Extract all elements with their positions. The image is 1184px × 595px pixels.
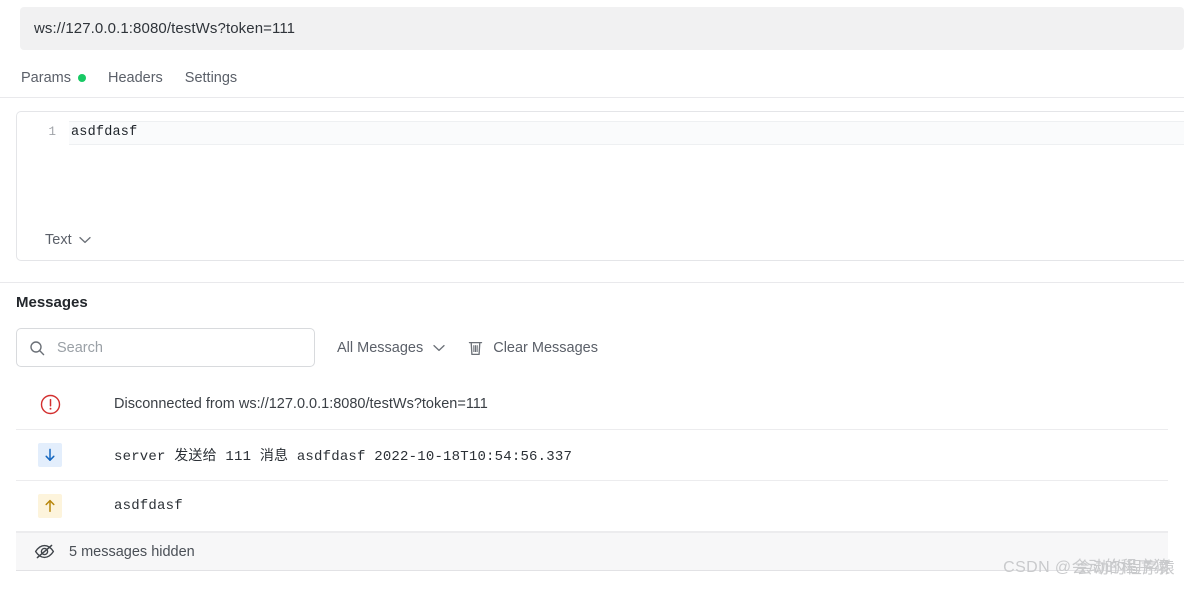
message-composer-panel: 1 asdfdasf Text — [0, 99, 1184, 264]
clear-messages-label: Clear Messages — [493, 339, 598, 356]
message-editor[interactable]: 1 asdfdasf Text — [16, 111, 1184, 261]
websocket-client-screen: ws://127.0.0.1:8080/testWs?token=111 Par… — [0, 0, 1184, 595]
message-text: asdfdasf — [114, 498, 183, 514]
websocket-url-value: ws://127.0.0.1:8080/testWs?token=111 — [34, 20, 296, 37]
alert-circle-icon — [38, 392, 62, 416]
message-list: Disconnected from ws://127.0.0.1:8080/te… — [16, 379, 1168, 532]
editor-content[interactable]: asdfdasf — [69, 121, 1184, 145]
messages-toolbar: All Messages Clear Messages — [16, 328, 1168, 367]
url-bar-container: ws://127.0.0.1:8080/testWs?token=111 — [0, 7, 1184, 50]
tab-headers-label: Headers — [107, 69, 163, 86]
table-row[interactable]: server 发送给 111 消息 asdfdasf 2022-10-18T10… — [16, 430, 1168, 481]
watermark-name: 会动的程序猿 会动的程序猿 — [1072, 553, 1175, 577]
search-input[interactable] — [57, 339, 302, 356]
content-format-label: Text — [45, 232, 72, 248]
hidden-messages-bar[interactable]: 5 messages hidden — [16, 532, 1168, 571]
chevron-down-icon — [433, 344, 445, 352]
tab-params-label: Params — [21, 69, 71, 86]
tab-headers[interactable]: Headers — [97, 66, 174, 90]
editor-line: 1 asdfdasf — [17, 121, 1184, 145]
panel-divider — [0, 282, 1184, 283]
request-tabs: Params Headers Settings — [0, 58, 1184, 98]
message-text: Disconnected from ws://127.0.0.1:8080/te… — [114, 396, 488, 412]
clear-messages-button[interactable]: Clear Messages — [467, 339, 598, 357]
message-text: server 发送给 111 消息 asdfdasf 2022-10-18T10… — [114, 449, 573, 465]
arrow-up-icon — [38, 494, 62, 518]
params-indicator-dot — [77, 73, 86, 82]
line-number: 1 — [48, 125, 56, 139]
csdn-watermark: CSDN @会动的程序猿 会动的程序猿 — [1003, 553, 1175, 577]
content-format-selector[interactable]: Text — [45, 232, 91, 248]
websocket-url-field[interactable]: ws://127.0.0.1:8080/testWs?token=111 — [20, 7, 1184, 50]
eye-off-icon — [34, 543, 55, 560]
chevron-down-icon — [78, 236, 91, 244]
table-row[interactable]: asdfdasf — [16, 481, 1168, 532]
watermark-prefix: CSDN @ — [1003, 559, 1072, 576]
search-input-wrapper[interactable] — [16, 328, 315, 367]
tab-settings[interactable]: Settings — [174, 66, 248, 90]
watermark-name-b: 会动的程序猿 — [1076, 560, 1175, 577]
hidden-messages-label: 5 messages hidden — [69, 543, 195, 560]
tab-settings-label: Settings — [184, 69, 238, 86]
message-filter-dropdown[interactable]: All Messages — [337, 340, 445, 356]
table-row[interactable]: Disconnected from ws://127.0.0.1:8080/te… — [16, 379, 1168, 430]
tab-params[interactable]: Params — [10, 66, 97, 90]
trash-icon — [467, 339, 484, 357]
search-icon — [29, 340, 45, 356]
arrow-down-icon — [38, 443, 62, 467]
message-filter-label: All Messages — [337, 339, 424, 356]
messages-section-title: Messages — [16, 294, 88, 311]
